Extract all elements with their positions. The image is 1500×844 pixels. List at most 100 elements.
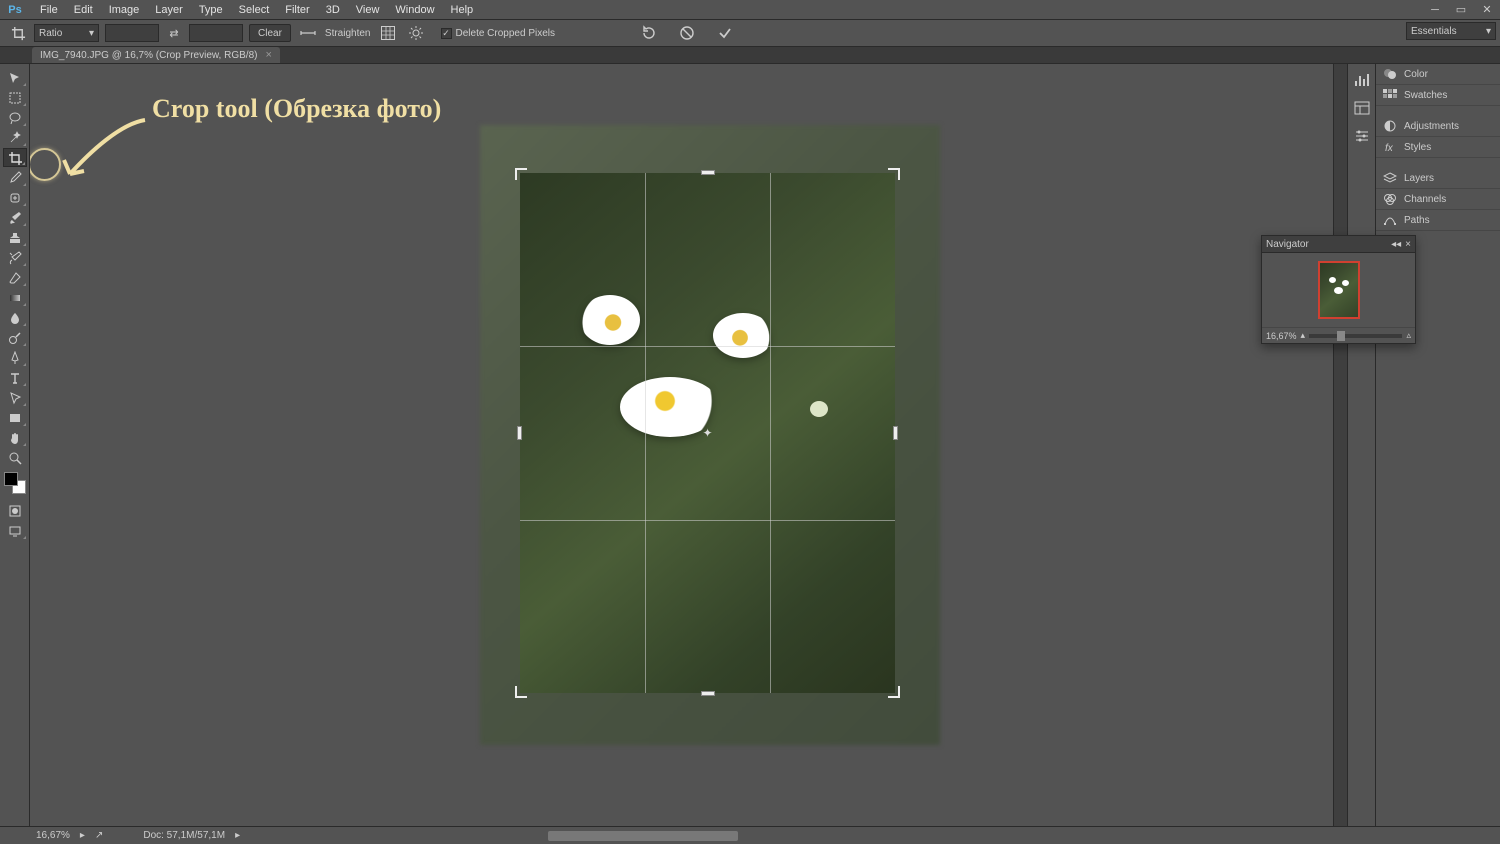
document-tab[interactable]: IMG_7940.JPG @ 16,7% (Crop Preview, RGB/… — [32, 47, 280, 63]
canvas-area[interactable]: Crop tool (Обрезка фото) ✦ — [30, 64, 1333, 826]
blur-tool[interactable] — [3, 308, 27, 327]
screen-mode-toggle[interactable] — [3, 521, 27, 540]
crop-settings-button[interactable] — [405, 23, 427, 43]
swap-dimensions-button[interactable]: ⇄ — [165, 24, 183, 42]
quick-mask-toggle[interactable] — [3, 501, 27, 520]
clear-button[interactable]: Clear — [249, 24, 291, 42]
menu-view[interactable]: View — [348, 0, 388, 20]
panel-collapse-icon[interactable]: ◂◂ — [1391, 239, 1401, 250]
menu-file[interactable]: File — [32, 0, 66, 20]
eyedropper-tool[interactable] — [3, 168, 27, 187]
foreground-background-colors[interactable] — [4, 472, 26, 494]
menu-window[interactable]: Window — [387, 0, 442, 20]
foreground-color-swatch[interactable] — [4, 472, 18, 486]
styles-panel-label: Styles — [1404, 142, 1431, 153]
panel-close-icon[interactable]: × — [1405, 239, 1411, 250]
crop-handle-bottom[interactable] — [701, 691, 715, 696]
crop-handle-left[interactable] — [517, 426, 522, 440]
crop-handle-top[interactable] — [701, 170, 715, 175]
menu-image[interactable]: Image — [101, 0, 148, 20]
delete-cropped-checkbox-wrap[interactable]: ✓ Delete Cropped Pixels — [441, 28, 556, 39]
type-tool[interactable] — [3, 368, 27, 387]
navigator-header[interactable]: Navigator ◂◂ × — [1262, 236, 1415, 253]
status-expand-icon[interactable]: ▸ — [80, 830, 85, 841]
delete-cropped-checkbox[interactable]: ✓ — [441, 28, 452, 39]
crop-handle-tr[interactable] — [888, 168, 900, 180]
status-info-arrow[interactable]: ▸ — [235, 830, 240, 841]
menu-3d[interactable]: 3D — [318, 0, 348, 20]
crop-handle-tl[interactable] — [515, 168, 527, 180]
path-selection-tool[interactable] — [3, 388, 27, 407]
history-brush-tool[interactable] — [3, 248, 27, 267]
zoom-tool[interactable] — [3, 448, 27, 467]
crop-height-input[interactable] — [189, 24, 243, 42]
crop-handle-bl[interactable] — [515, 686, 527, 698]
close-button[interactable]: ✕ — [1474, 1, 1500, 19]
status-export-icon[interactable]: ↗ — [95, 830, 103, 841]
navigator-zoom-value[interactable]: 16,67% — [1266, 331, 1297, 341]
gradient-tool[interactable] — [3, 288, 27, 307]
menu-type[interactable]: Type — [191, 0, 231, 20]
menu-layer[interactable]: Layer — [147, 0, 191, 20]
color-panel-tab[interactable]: Color — [1376, 64, 1500, 85]
reset-crop-button[interactable] — [638, 23, 660, 43]
app-logo: Ps — [4, 1, 26, 19]
dodge-tool[interactable] — [3, 328, 27, 347]
zoom-in-icon[interactable]: ▵ — [1406, 330, 1411, 341]
crop-tool[interactable] — [3, 148, 27, 167]
commit-crop-button[interactable] — [714, 23, 736, 43]
adjustments-panel-tab[interactable]: Adjustments — [1376, 116, 1500, 137]
minimize-button[interactable]: ─ — [1422, 1, 1448, 19]
hand-tool[interactable] — [3, 428, 27, 447]
clone-stamp-tool[interactable] — [3, 228, 27, 247]
navigator-thumbnail — [1318, 261, 1360, 319]
workspace-dropdown[interactable]: Essentials ▾ — [1406, 22, 1496, 40]
crop-tool-indicator[interactable] — [8, 23, 28, 43]
menu-help[interactable]: Help — [443, 0, 482, 20]
crop-action-buttons — [638, 23, 736, 43]
info-panel-icon[interactable] — [1352, 98, 1372, 118]
move-tool[interactable] — [3, 68, 27, 87]
crop-region[interactable]: ✦ — [520, 173, 895, 693]
status-zoom[interactable]: 16,67% — [36, 830, 70, 841]
svg-text:fx: fx — [1385, 143, 1394, 153]
swatches-panel-tab[interactable]: Swatches — [1376, 85, 1500, 106]
histogram-panel-icon[interactable] — [1352, 70, 1372, 90]
eraser-tool[interactable] — [3, 268, 27, 287]
menu-edit[interactable]: Edit — [66, 0, 101, 20]
pen-tool[interactable] — [3, 348, 27, 367]
navigator-panel[interactable]: Navigator ◂◂ × 16,67% ▴ ▵ — [1261, 235, 1416, 344]
options-bar: Ratio ▾ ⇄ Clear Straighten ✓ Delete Crop… — [0, 20, 1500, 47]
horizontal-scrollbar-thumb[interactable] — [548, 831, 738, 841]
straighten-icon-button[interactable] — [297, 23, 319, 43]
cancel-crop-button[interactable] — [676, 23, 698, 43]
healing-brush-tool[interactable] — [3, 188, 27, 207]
crop-handle-br[interactable] — [888, 686, 900, 698]
navigator-preview[interactable] — [1262, 253, 1415, 327]
rectangular-marquee-tool[interactable] — [3, 88, 27, 107]
navigator-zoom-slider[interactable] — [1309, 334, 1402, 338]
crop-ratio-dropdown[interactable]: Ratio ▾ — [34, 24, 99, 42]
status-doc-info[interactable]: Doc: 57,1M/57,1M — [143, 830, 225, 841]
menu-filter[interactable]: Filter — [277, 0, 317, 20]
navigator-title: Navigator — [1266, 239, 1309, 250]
properties-panel-icon[interactable] — [1352, 126, 1372, 146]
layers-panel-tab[interactable]: Layers — [1376, 168, 1500, 189]
crop-handle-right[interactable] — [893, 426, 898, 440]
styles-panel-tab[interactable]: fx Styles — [1376, 137, 1500, 158]
maximize-button[interactable]: ▭ — [1448, 1, 1474, 19]
menu-select[interactable]: Select — [231, 0, 278, 20]
rectangle-tool[interactable] — [3, 408, 27, 427]
brush-tool[interactable] — [3, 208, 27, 227]
vertical-scrollbar[interactable] — [1333, 64, 1347, 826]
document-tab-close[interactable]: × — [265, 49, 271, 61]
lasso-tool[interactable] — [3, 108, 27, 127]
crop-overlay-button[interactable] — [377, 23, 399, 43]
channels-panel-label: Channels — [1404, 194, 1446, 205]
crop-width-input[interactable] — [105, 24, 159, 42]
magic-wand-tool[interactable] — [3, 128, 27, 147]
menu-bar: Ps File Edit Image Layer Type Select Fil… — [0, 0, 1500, 20]
zoom-out-icon[interactable]: ▴ — [1301, 330, 1306, 341]
paths-panel-tab[interactable]: Paths — [1376, 210, 1500, 231]
channels-panel-tab[interactable]: Channels — [1376, 189, 1500, 210]
